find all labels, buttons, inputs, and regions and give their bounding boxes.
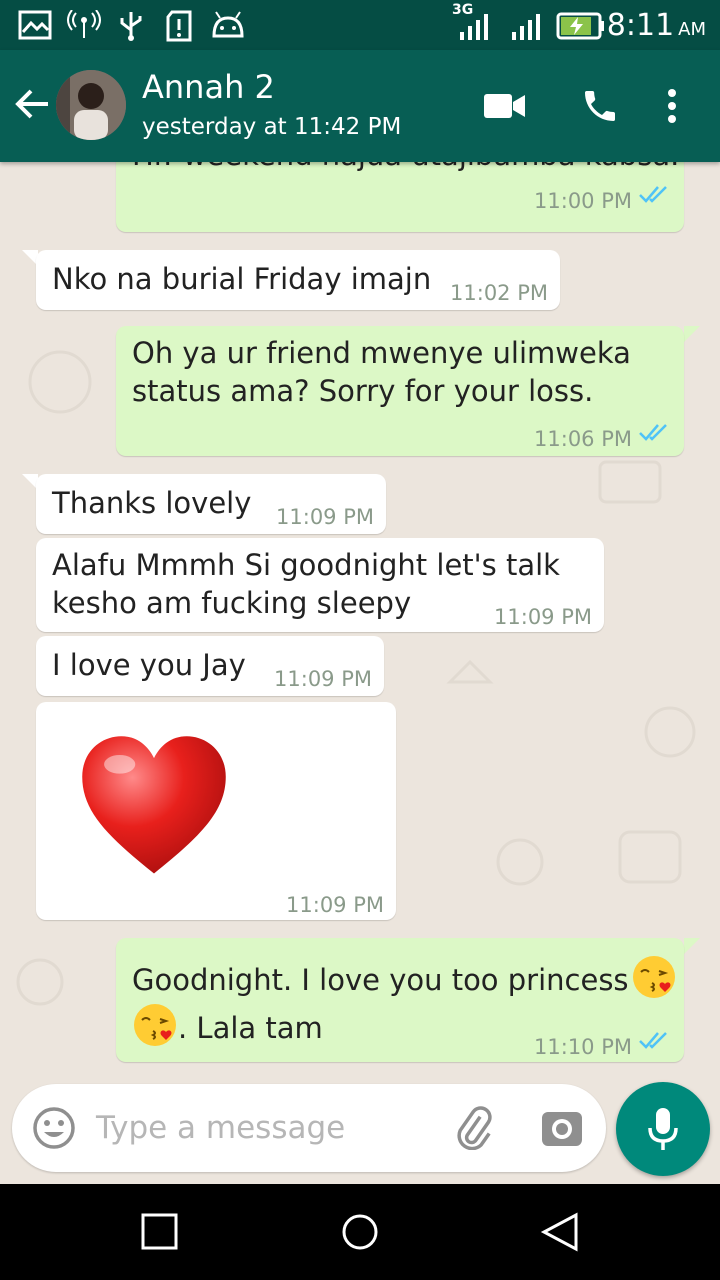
message-text: . Lala tam [178,1011,323,1045]
message-list[interactable]: Hi! weekend hajua utajibamba kabsa. 11:0… [0,162,720,1082]
message-text-line-2: status ama? Sorry for your loss. [132,374,594,408]
message-time: 11:09 PM [286,893,384,917]
read-ticks-icon [639,186,667,203]
home-icon[interactable] [340,1212,380,1252]
message-text-line-1: Goodnight. I love you too princess [132,954,677,1000]
incoming-message[interactable]: 11:09 PM [36,702,396,920]
microphone-icon [648,1108,678,1150]
more-options-icon[interactable] [666,88,678,124]
message-composer: Type a message [12,1084,606,1172]
message-text-line-1: Alafu Mmmh Si goodnight let's talk [52,548,560,582]
chat-header: Annah 2 yesterday at 11:42 PM [0,50,720,162]
message-text-line-1: Oh ya ur friend mwenye ulimweka [132,336,631,370]
read-ticks-icon [639,424,667,441]
kissing-heart-emoji [632,956,675,998]
video-call-icon[interactable] [484,92,526,120]
message-time: 11:09 PM [494,605,592,629]
message-time: 11:09 PM [274,667,372,691]
clock-ampm: AM [678,19,706,40]
outgoing-message[interactable]: Goodnight. I love you too princess . Lal… [116,938,684,1062]
back-icon[interactable] [540,1212,580,1252]
signal-2-icon [512,14,540,40]
message-input[interactable]: Type a message [96,1110,345,1146]
message-text-line-2: kesho am fucking sleepy [52,586,412,620]
voice-call-icon[interactable] [580,86,620,126]
clock: 8:11 AM [607,8,706,43]
voice-record-button[interactable] [616,1082,710,1176]
message-time: 11:00 PM [534,189,632,213]
contact-avatar[interactable] [56,70,126,140]
message-text: Goodnight. I love you too princess [132,963,629,997]
attach-icon[interactable] [452,1106,496,1150]
hotspot-icon [67,10,101,38]
outgoing-message[interactable]: Hi! weekend hajua utajibamba kabsa. 11:0… [116,162,684,232]
camera-icon[interactable] [540,1108,584,1148]
signal-icon [460,14,488,40]
message-time: 11:06 PM [534,427,632,451]
emoji-icon[interactable] [32,1106,76,1150]
usb-icon [120,12,142,41]
system-navigation-bar [0,1184,720,1280]
kissing-heart-emoji [134,1004,176,1046]
incoming-message[interactable]: I love you Jay 11:09 PM [36,636,384,696]
bubble-tail [684,326,700,342]
bubble-tail [684,938,700,954]
back-arrow-icon[interactable] [14,88,50,120]
red-heart-emoji [82,736,226,874]
incoming-message[interactable]: Thanks lovely 11:09 PM [36,474,386,534]
sim-alert-icon [166,10,192,42]
incoming-message[interactable]: Nko na burial Friday imajn 11:02 PM [36,250,560,310]
message-text: I love you Jay [52,648,246,682]
recent-apps-icon[interactable] [140,1212,180,1252]
message-time: 11:02 PM [450,281,548,305]
message-text: Thanks lovely [52,486,252,520]
gallery-notification-icon [18,10,52,40]
clock-time: 8:11 [606,8,675,43]
message-time: 11:09 PM [276,505,374,529]
contact-name[interactable]: Annah 2 [142,68,275,106]
message-text: Hi! weekend hajua utajibamba kabsa. [132,162,679,174]
battery-charging-icon [556,12,604,40]
read-ticks-icon [639,1032,667,1049]
last-seen: yesterday at 11:42 PM [142,114,402,140]
message-text: Nko na burial Friday imajn [52,262,432,296]
message-text-line-2: . Lala tam [132,1002,323,1048]
outgoing-message[interactable]: Oh ya ur friend mwenye ulimweka status a… [116,326,684,456]
message-time: 11:10 PM [534,1035,632,1059]
incoming-message[interactable]: Alafu Mmmh Si goodnight let's talk kesho… [36,538,604,632]
status-bar: 3G 8:11 AM [0,0,720,50]
android-debug-icon [212,11,244,38]
